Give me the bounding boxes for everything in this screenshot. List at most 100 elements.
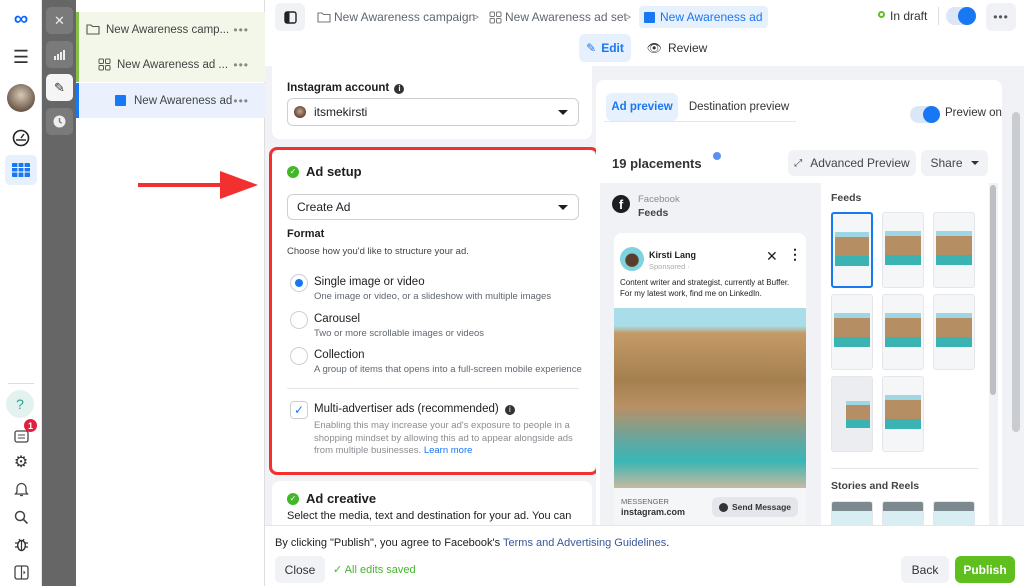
- indicator-dot: [713, 152, 721, 160]
- pencil-icon[interactable]: ✎: [46, 74, 73, 101]
- placement-thumbnails: Feeds Stories and Reels: [821, 183, 989, 540]
- advanced-preview-button[interactable]: ⤢ Advanced Preview: [788, 150, 916, 176]
- info-icon: i: [504, 405, 515, 415]
- more-options-button[interactable]: •••: [986, 3, 1016, 31]
- option-title: Single image or video: [314, 276, 425, 288]
- back-button[interactable]: Back: [901, 556, 949, 583]
- tab-destination-preview[interactable]: Destination preview: [684, 93, 794, 121]
- chevron-down-icon: [558, 109, 568, 115]
- folder-icon: [86, 24, 100, 35]
- avatar: [294, 106, 306, 118]
- check-circle-icon: ✓: [287, 166, 299, 178]
- help-icon[interactable]: ?: [6, 390, 34, 418]
- post-author: Kirsti Lang: [649, 250, 697, 260]
- chevron-down-icon: [970, 161, 979, 165]
- ad-icon: [115, 95, 126, 106]
- send-message-button[interactable]: Send Message: [712, 497, 798, 517]
- status-badge: In draft: [890, 9, 928, 23]
- breadcrumb-label: New Awareness ad set: [505, 10, 627, 24]
- ad-setup-card: ✓ Ad setup Create Ad Format Choose how y…: [272, 150, 596, 472]
- tab-review[interactable]: 👁 Review: [643, 34, 711, 62]
- feed-post-preview[interactable]: Kirsti Lang Sponsored · ✕ ⋮ Content writ…: [614, 233, 806, 540]
- tree-item-campaign[interactable]: New Awareness camp... •••: [76, 12, 265, 47]
- dashboard-gauge-icon[interactable]: [8, 125, 34, 151]
- placement-thumbnail[interactable]: [882, 212, 924, 288]
- settings-icon[interactable]: ⚙: [8, 449, 34, 475]
- tree-item-adset[interactable]: New Awareness ad ... •••: [76, 47, 265, 82]
- divider: [831, 468, 978, 469]
- button-label: Send Message: [731, 502, 792, 512]
- search-icon[interactable]: [8, 504, 34, 530]
- breadcrumb-campaign[interactable]: New Awareness campaign: [317, 7, 475, 27]
- placement-thumbnail[interactable]: [831, 212, 873, 288]
- breadcrumb-separator: >: [624, 10, 632, 24]
- breadcrumb-label: New Awareness ad: [660, 10, 763, 24]
- ad-setup-select[interactable]: Create Ad: [287, 194, 579, 220]
- notifications-bell-icon[interactable]: [8, 476, 34, 502]
- divider: [938, 7, 939, 25]
- bar-chart-icon[interactable]: [46, 41, 73, 68]
- ads-manager-table-icon[interactable]: [5, 155, 37, 185]
- draft-toggle[interactable]: [946, 7, 976, 25]
- close-icon[interactable]: ✕: [46, 7, 73, 34]
- ad-icon: [644, 11, 655, 23]
- ad-creative-desc: Select the media, text and destination f…: [287, 510, 572, 522]
- learn-more-link[interactable]: Learn more: [424, 445, 473, 456]
- breadcrumb-adset[interactable]: New Awareness ad set: [489, 7, 627, 27]
- preview-toggle[interactable]: [910, 106, 940, 123]
- placement-thumbnail[interactable]: [933, 212, 975, 288]
- preview-panel: Ad preview Destination preview Preview o…: [596, 80, 1002, 540]
- placement-thumbnail[interactable]: [933, 294, 975, 370]
- share-button[interactable]: Share: [921, 150, 988, 176]
- notification-badge: 1: [24, 419, 37, 432]
- meta-logo-icon[interactable]: ∞: [8, 6, 34, 32]
- select-value: itsmekirsti: [314, 105, 368, 119]
- facebook-logo-icon: f: [612, 195, 630, 213]
- placement-label: Feeds: [638, 207, 669, 219]
- placement-thumbnail[interactable]: [882, 294, 924, 370]
- radio-collection[interactable]: [290, 347, 308, 365]
- ad-setup-title: Ad setup: [306, 164, 362, 179]
- button-label: Advanced Preview: [810, 156, 910, 170]
- clock-icon[interactable]: [46, 108, 73, 135]
- menu-icon[interactable]: ☰: [8, 44, 34, 70]
- thumbnails-scrollbar[interactable]: [990, 185, 996, 395]
- terms-link[interactable]: Terms and Advertising Guidelines: [503, 537, 666, 549]
- radio-carousel[interactable]: [290, 311, 308, 329]
- close-button[interactable]: Close: [275, 556, 325, 583]
- main-editor: New Awareness campaign > New Awareness a…: [265, 0, 1024, 586]
- more-options-button[interactable]: •••: [233, 23, 249, 37]
- tab-edit[interactable]: ✎ Edit: [579, 34, 631, 62]
- global-nav: ∞ ☰ ? 1 ⚙: [0, 0, 42, 586]
- placement-thumbnail[interactable]: [831, 294, 873, 370]
- close-icon[interactable]: ✕: [766, 248, 778, 265]
- placement-thumbnail[interactable]: [882, 376, 924, 452]
- breadcrumb-ad[interactable]: New Awareness ad: [639, 6, 768, 28]
- tree-label: New Awareness camp...: [106, 23, 230, 36]
- feeds-section-title: Feeds: [831, 192, 862, 204]
- radio-single-image[interactable]: [290, 274, 308, 292]
- format-label: Format: [287, 228, 325, 240]
- placement-thumbnail[interactable]: [831, 376, 873, 452]
- tab-ad-preview[interactable]: Ad preview: [606, 93, 678, 121]
- ad-creative-title: Ad creative: [306, 491, 377, 506]
- multi-advertiser-label: Multi-advertiser ads (recommended) i: [314, 403, 515, 415]
- publish-button[interactable]: Publish: [955, 556, 1015, 583]
- news-icon[interactable]: 1: [8, 419, 37, 449]
- panel-toggle-icon[interactable]: [8, 559, 34, 585]
- bug-report-icon[interactable]: [8, 531, 34, 557]
- sidebar-toggle-button[interactable]: [275, 3, 305, 31]
- multi-advertiser-checkbox[interactable]: ✓: [290, 401, 308, 419]
- platform-label: Facebook: [638, 194, 680, 205]
- more-options-button[interactable]: •••: [233, 94, 249, 108]
- sidebar-toggle-icon: [283, 10, 297, 24]
- more-options-button[interactable]: •••: [233, 58, 249, 72]
- footer: By clicking "Publish", you agree to Face…: [265, 525, 1024, 586]
- avatar[interactable]: [7, 84, 35, 112]
- preview-toggle-label: Preview on: [945, 107, 1002, 119]
- page-scrollbar[interactable]: [1012, 112, 1020, 432]
- instagram-account-select[interactable]: itsmekirsti: [287, 98, 579, 126]
- tab-underline: [604, 121, 796, 122]
- more-vertical-icon[interactable]: ⋮: [788, 246, 802, 263]
- tree-item-ad[interactable]: New Awareness ad •••: [76, 83, 265, 118]
